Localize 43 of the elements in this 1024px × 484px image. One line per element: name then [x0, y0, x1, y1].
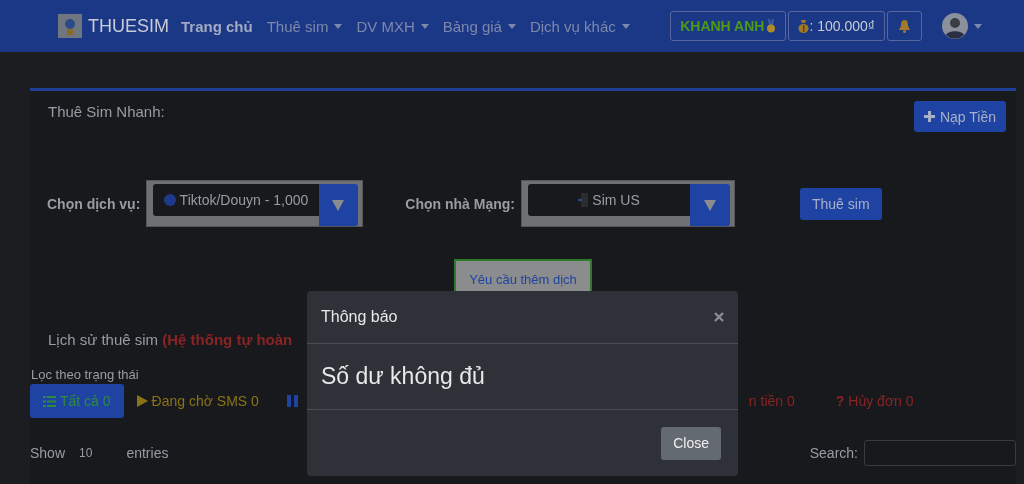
- filter-tab[interactable]: ? Hủy đơn 0: [822, 384, 927, 418]
- filter-label: Lọc theo trạng thái: [31, 367, 139, 382]
- field-label: Chọn dịch vụ:: [47, 195, 141, 212]
- logo-icon: [58, 14, 82, 38]
- nav-link[interactable]: Dịch vụ khác: [529, 17, 630, 35]
- globe-icon: [163, 194, 176, 206]
- filter-tab[interactable]: Tất cả 0: [30, 384, 124, 418]
- show-label: Show: [30, 445, 66, 461]
- notification-button[interactable]: [887, 11, 922, 41]
- plus-icon: [923, 111, 935, 122]
- modal-message: Số dư không đủ: [321, 363, 485, 390]
- filter-tab[interactable]: n tiền 0: [735, 384, 808, 418]
- dropdown-arrow-icon: [332, 199, 345, 211]
- section-title: Thuê Sim Nhanh:: [48, 103, 165, 122]
- phone-icon: [578, 193, 589, 207]
- topup-button[interactable]: Nạp Tiền: [913, 101, 1006, 132]
- brand-name[interactable]: THUESIM: [88, 15, 169, 37]
- dropdown-arrow-icon: [704, 199, 717, 211]
- nav-link[interactable]: Bảng giá: [442, 17, 516, 35]
- avatar-icon: [942, 13, 968, 39]
- medal-icon: [766, 19, 777, 33]
- close-button[interactable]: Close: [661, 426, 721, 460]
- search-field[interactable]: [864, 440, 1016, 466]
- modal-title: Thông báo: [321, 308, 398, 326]
- page-size-select[interactable]: 10: [79, 446, 93, 460]
- history-title: Lịch sử thuê sim (Hệ thống tự hoàn: [48, 331, 294, 348]
- avatar-menu[interactable]: [942, 13, 982, 39]
- caret-icon: [974, 23, 982, 29]
- user-button[interactable]: KHANH ANH: [670, 11, 787, 41]
- nav-link[interactable]: Thuê sim: [266, 17, 343, 35]
- search-label: Search:: [809, 445, 858, 461]
- service-select[interactable]: Tiktok/Douyn - 1,000: [146, 180, 364, 227]
- balance-button[interactable]: : 100.000₫: [788, 11, 885, 41]
- filter-tab[interactable]: Đang chờ SMS 0: [123, 384, 272, 418]
- money-bag-icon: [798, 19, 810, 33]
- entries-label: entries: [126, 445, 169, 461]
- carrier-select[interactable]: Sim US: [521, 180, 735, 227]
- nav-link[interactable]: Trang chủ: [181, 17, 253, 35]
- close-icon[interactable]: [714, 312, 724, 322]
- bell-icon: [898, 19, 911, 33]
- rent-button[interactable]: Thuê sim: [800, 187, 882, 220]
- nav-link[interactable]: DV MXH: [356, 17, 429, 35]
- field-label: Chọn nhà Mạng:: [405, 195, 515, 212]
